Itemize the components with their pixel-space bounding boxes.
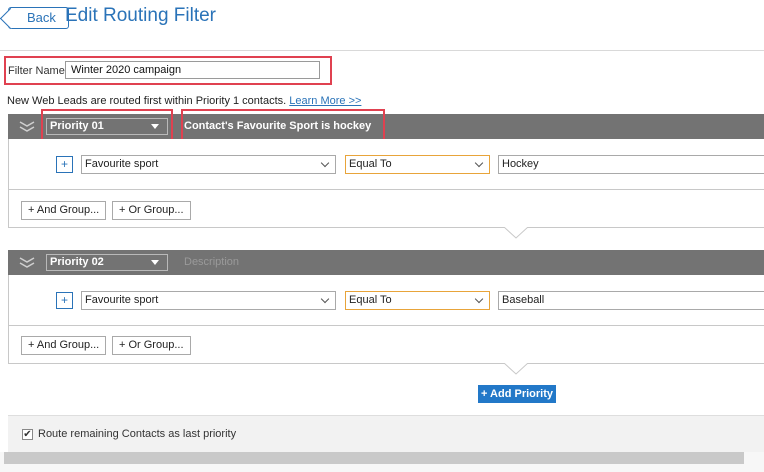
priority-select-2[interactable]: Priority 02	[46, 254, 168, 271]
chevron-down-icon	[474, 294, 484, 304]
caret-down-icon	[151, 260, 159, 265]
and-group-button[interactable]: + And Group...	[21, 336, 107, 355]
or-group-button[interactable]: + Or Group...	[112, 201, 191, 220]
or-group-button[interactable]: + Or Group...	[112, 336, 191, 355]
priority-connector	[504, 363, 528, 375]
field-dropdown-value: Favourite sport	[85, 158, 159, 170]
field-dropdown-value: Favourite sport	[85, 294, 159, 306]
field-dropdown[interactable]: Favourite sport	[81, 291, 336, 310]
rule-divider	[9, 325, 764, 326]
priority-description-2[interactable]: Description	[184, 256, 239, 268]
collapse-icon[interactable]	[19, 255, 35, 269]
route-remaining-label: Route remaining Contacts as last priorit…	[38, 428, 237, 440]
back-button[interactable]: Back	[8, 7, 69, 29]
and-group-button[interactable]: + And Group...	[21, 201, 107, 220]
info-message: New Web Leads are routed first within Pr…	[7, 95, 290, 107]
operator-dropdown[interactable]: Equal To	[345, 155, 490, 174]
learn-more-link[interactable]: Learn More >>	[289, 95, 361, 107]
priority-bottom-border	[9, 363, 764, 364]
priority-select-value: Priority 02	[50, 256, 104, 268]
route-remaining-checkbox[interactable]: ✔	[22, 429, 33, 440]
chevron-down-icon	[320, 158, 330, 168]
priority-body-2: + Favourite sport Equal To Baseball + An…	[8, 275, 764, 364]
operator-dropdown-value: Equal To	[349, 158, 392, 170]
value-input[interactable]: Hockey	[498, 155, 764, 174]
add-priority-button[interactable]: + Add Priority	[478, 385, 556, 403]
footer: ✔ Route remaining Contacts as last prior…	[8, 415, 764, 452]
field-dropdown[interactable]: Favourite sport	[81, 155, 336, 174]
priority-connector	[504, 227, 528, 239]
add-rule-button[interactable]: +	[56, 156, 73, 173]
add-rule-button[interactable]: +	[56, 292, 73, 309]
page-title: Edit Routing Filter	[65, 5, 217, 26]
filter-name-input[interactable]	[65, 61, 320, 79]
operator-dropdown[interactable]: Equal To	[345, 291, 490, 310]
chevron-down-icon	[320, 294, 330, 304]
priority-bar-2: Priority 02 Description	[8, 250, 764, 275]
operator-dropdown-value: Equal To	[349, 294, 392, 306]
chevron-down-icon	[474, 158, 484, 168]
filter-name-label: Filter Name	[8, 65, 65, 77]
value-input[interactable]: Baseball	[498, 291, 764, 310]
priority-body-1: + Favourite sport Equal To Hockey + And …	[8, 139, 764, 228]
info-text: New Web Leads are routed first within Pr…	[7, 95, 361, 107]
collapse-icon[interactable]	[19, 119, 35, 133]
horizontal-scrollbar[interactable]	[0, 452, 764, 472]
scrollbar-thumb[interactable]	[4, 452, 744, 464]
priority-bottom-border	[9, 227, 764, 228]
header: Back Edit Routing Filter	[0, 0, 764, 50]
header-divider	[0, 50, 764, 51]
rule-divider	[9, 189, 764, 190]
